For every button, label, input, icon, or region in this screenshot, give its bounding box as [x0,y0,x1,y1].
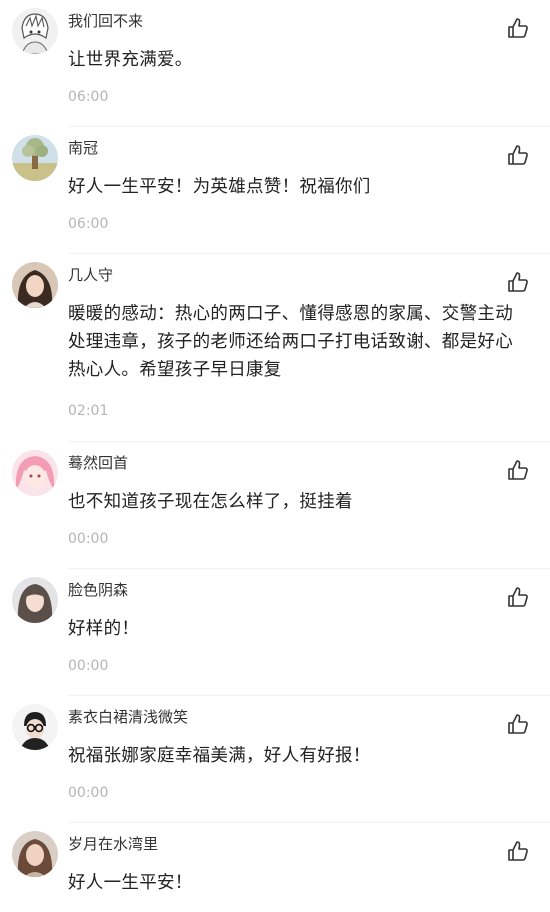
comment-item: 岁月在水湾里 好人一生平安！ [0,823,550,912]
comment-text: 好人一生平安！ [68,873,193,893]
comment-text: 好人一生平安！为英雄点赞！祝福你们 [68,177,371,197]
thumbs-up-icon[interactable] [506,712,530,736]
user-avatar[interactable] [12,262,58,308]
comment-text: 暖暖的感动：热心的两口子、懂得感恩的家属、交警主动处理违章，孩子的老师还给两口子… [68,304,513,380]
user-avatar[interactable] [12,704,58,750]
comment-timestamp: 00:00 [68,531,109,547]
thumbs-up-icon[interactable] [506,16,530,40]
username[interactable]: 几人守 [68,264,113,285]
thumbs-up-icon[interactable] [506,270,530,294]
comment-timestamp: 00:00 [68,785,109,801]
username[interactable]: 我们回不来 [68,10,143,31]
thumbs-up-icon[interactable] [506,143,530,167]
comment-item: 南冠 好人一生平安！为英雄点赞！祝福你们 06:00 [0,127,550,254]
comment-timestamp: 06:00 [68,89,109,105]
user-avatar[interactable] [12,577,58,623]
comment-timestamp: 06:00 [68,216,109,232]
username[interactable]: 素衣白裙清浅微笑 [68,706,188,727]
comment-text: 也不知道孩子现在怎么样了，挺挂着 [68,492,353,512]
user-avatar[interactable] [12,135,58,181]
username[interactable]: 脸色阴森 [68,579,128,600]
username[interactable]: 岁月在水湾里 [68,833,158,854]
thumbs-up-icon[interactable] [506,458,530,482]
comment-page: { "comments": [ {"username": "我们回不来", "c… [0,0,550,912]
comment-text: 让世界充满爱。 [68,50,193,70]
thumbs-up-icon[interactable] [506,585,530,609]
thumbs-up-icon[interactable] [506,839,530,863]
user-avatar[interactable] [12,450,58,496]
comment-item: 素衣白裙清浅微笑 祝福张娜家庭幸福美满，好人有好报！ 00:00 [0,696,550,823]
comment-text: 祝福张娜家庭幸福美满，好人有好报！ [68,746,371,766]
comment-item: 蓦然回首 也不知道孩子现在怎么样了，挺挂着 00:00 [0,442,550,569]
user-avatar[interactable] [12,8,58,54]
comment-item: 几人守 暖暖的感动：热心的两口子、懂得感恩的家属、交警主动处理违章，孩子的老师还… [0,254,550,442]
username[interactable]: 南冠 [68,137,98,158]
comment-timestamp: 00:00 [68,658,109,674]
user-avatar[interactable] [12,831,58,877]
username[interactable]: 蓦然回首 [68,452,128,473]
comment-item: 脸色阴森 好样的！ 00:00 [0,569,550,696]
comment-timestamp: 02:01 [68,403,109,419]
comment-item: 我们回不来 让世界充满爱。 06:00 [0,0,550,127]
comment-text: 好样的！ [68,619,140,639]
